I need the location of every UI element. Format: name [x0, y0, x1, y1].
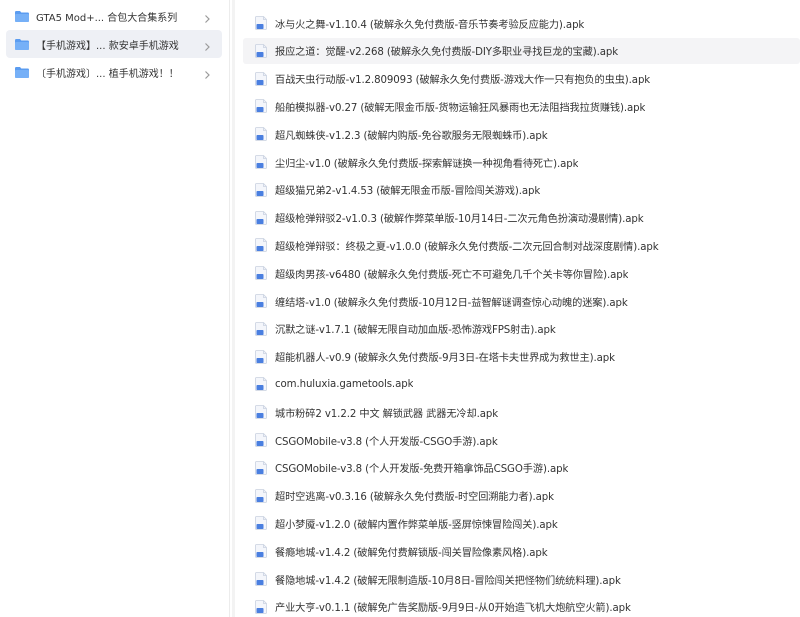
file-list: 冰与火之舞-v1.10.4 (破解永久免付费版-音乐节奏考验反应能力).apk 报…	[243, 0, 800, 617]
sidebar-item-android-games[interactable]: 【手机游戏】... 款安卓手机游戏	[6, 30, 222, 58]
folder-icon	[15, 38, 29, 50]
apk-file-icon	[255, 460, 268, 475]
sidebar-item-label: 〔手机游戏〕... 植手机游戏！！	[36, 68, 179, 80]
apk-file-icon	[255, 544, 268, 559]
file-row[interactable]: 超时空逃离-v0.3.16 (破解永久免付费版-时空回溯能力者).apk	[243, 483, 800, 509]
file-name: 超级枪弹辩驳：终极之夏-v1.0.0 (破解永久免付费版-二次元回合制对战深度剧…	[275, 241, 659, 253]
file-row[interactable]: 餐瘾地城-v1.4.2 (破解免付费解锁版-闯关冒险像素风格).apk	[243, 538, 800, 564]
file-name: 餐隐地城-v1.4.2 (破解无限制造版-10月8日-冒险闯关把怪物们统统料理)…	[275, 575, 621, 587]
file-row[interactable]: 超级枪弹辩驳：终极之夏-v1.0.0 (破解永久免付费版-二次元回合制对战深度剧…	[243, 232, 800, 258]
file-row[interactable]: 尘归尘-v1.0 (破解永久免付费版-探索解谜换一种视角看待死亡).apk	[243, 149, 800, 175]
apk-file-icon	[255, 182, 268, 197]
file-name: 冰与火之舞-v1.10.4 (破解永久免付费版-音乐节奏考验反应能力).apk	[275, 19, 585, 31]
apk-file-icon	[255, 488, 268, 503]
file-name: 超级肉男孩-v6480 (破解永久免付费版-死亡不可避免几千个关卡等你冒险).a…	[275, 269, 629, 281]
folder-icon	[15, 66, 29, 78]
chevron-right-icon	[202, 66, 212, 79]
apk-file-icon	[255, 155, 268, 169]
apk-file-icon	[255, 516, 268, 531]
apk-file-icon	[255, 377, 268, 392]
apk-file-icon	[255, 43, 268, 58]
apk-file-icon	[255, 433, 268, 447]
file-name: 超级枪弹辩驳2-v1.0.3 (破解作弊菜单版-10月14日-二次元角色扮演动漫…	[275, 214, 644, 226]
file-name: 超小梦魇-v1.2.0 (破解内置作弊菜单版-竖屏惊悚冒险闯关).apk	[275, 519, 558, 531]
file-row[interactable]: 超小梦魇-v1.2.0 (破解内置作弊菜单版-竖屏惊悚冒险闯关).apk	[243, 510, 800, 536]
file-row[interactable]: 餐隐地城-v1.4.2 (破解无限制造版-10月8日-冒险闯关把怪物们统统料理)…	[243, 566, 800, 592]
chevron-right-icon	[202, 10, 212, 23]
file-row[interactable]: 报应之道：觉醒-v2.268 (破解永久免付费版-DIY多职业寻找巨龙的宝藏).…	[243, 37, 800, 64]
file-row[interactable]: 超级枪弹辩驳2-v1.0.3 (破解作弊菜单版-10月14日-二次元角色扮演动漫…	[243, 205, 800, 231]
file-row[interactable]: 百战天虫行动版-v1.2.809093 (破解永久免付费版-游戏大作一只有抱负的…	[243, 66, 800, 92]
file-name: 船舶模拟器-v0.27 (破解无限金币版-货物运输狂风暴雨也无法阻挡我拉货赚钱)…	[275, 102, 646, 114]
file-name: 城市粉碎2 v1.2.2 中文 解锁武器 武器无冷却.apk	[275, 408, 499, 420]
apk-file-icon	[255, 572, 268, 586]
file-row[interactable]: 超级猫兄弟2-v1.4.53 (破解无限金币版-冒险闯关游戏).apk	[243, 177, 800, 203]
sidebar-item-label: GTA5 Mod+... 合包大合集系列	[36, 12, 178, 24]
file-name: 餐瘾地城-v1.4.2 (破解免付费解锁版-闯关冒险像素风格).apk	[275, 547, 548, 559]
file-row[interactable]: CSGOMobile-v3.8 (个人开发版-CSGO手游).apk	[243, 427, 800, 453]
file-row[interactable]: 沉默之谜-v1.7.1 (破解无限自动加血版-恐怖游戏FPS射击).apk	[243, 316, 800, 342]
file-name: 沉默之谜-v1.7.1 (破解无限自动加血版-恐怖游戏FPS射击).apk	[275, 325, 556, 337]
file-row[interactable]: 超凡蜘蛛侠-v1.2.3 (破解内购版-免谷歌服务无限蜘蛛币).apk	[243, 121, 800, 147]
folder-icon	[15, 10, 29, 22]
panel-splitter[interactable]	[232, 0, 235, 617]
apk-file-icon	[255, 71, 268, 86]
apk-file-icon	[255, 599, 268, 614]
file-row[interactable]: 缠结塔-v1.0 (破解永久免付费版-10月12日-益智解谜调查惊心动魄的迷案)…	[243, 288, 800, 314]
sidebar-item-label: 【手机游戏】... 款安卓手机游戏	[36, 40, 179, 52]
sidebar-item-ported-games[interactable]: 〔手机游戏〕... 植手机游戏！！	[6, 58, 222, 86]
chevron-right-icon	[202, 38, 212, 51]
folder-sidebar: GTA5 Mod+... 合包大合集系列 【手机游戏】... 款安卓手机游戏 〔…	[0, 0, 230, 617]
apk-file-icon	[255, 127, 268, 142]
file-name: com.huluxia.gametools.apk	[275, 378, 414, 390]
apk-file-icon	[255, 349, 268, 364]
file-row[interactable]: 超能机器人-v0.9 (破解永久免付费版-9月3日-在塔卡夫世界成为救世主).a…	[243, 344, 800, 370]
apk-file-icon	[255, 405, 268, 420]
file-name: 产业大亨-v0.1.1 (破解免广告奖励版-9月9日-从0开始造飞机大炮航空火箭…	[275, 603, 631, 615]
file-name: 百战天虫行动版-v1.2.809093 (破解永久免付费版-游戏大作一只有抱负的…	[275, 75, 651, 87]
apk-file-icon	[255, 99, 268, 114]
file-row[interactable]: 城市粉碎2 v1.2.2 中文 解锁武器 武器无冷却.apk	[243, 399, 800, 425]
sidebar-item-gta5-mod[interactable]: GTA5 Mod+... 合包大合集系列	[6, 2, 222, 30]
file-row[interactable]: 冰与火之舞-v1.10.4 (破解永久免付费版-音乐节奏考验反应能力).apk	[243, 10, 800, 36]
file-name: CSGOMobile-v3.8 (个人开发版-免费开箱拿饰品CSGO手游).ap…	[275, 464, 569, 476]
file-row[interactable]: 超级肉男孩-v6480 (破解永久免付费版-死亡不可避免几千个关卡等你冒险).a…	[243, 260, 800, 286]
apk-file-icon	[255, 266, 268, 281]
apk-file-icon	[255, 210, 268, 225]
file-name: 超级猫兄弟2-v1.4.53 (破解无限金币版-冒险闯关游戏).apk	[275, 186, 541, 198]
file-row[interactable]: 船舶模拟器-v0.27 (破解无限金币版-货物运输狂风暴雨也无法阻挡我拉货赚钱)…	[243, 93, 800, 119]
apk-file-icon	[255, 294, 268, 308]
apk-file-icon	[255, 16, 268, 30]
file-name: 缠结塔-v1.0 (破解永久免付费版-10月12日-益智解谜调查惊心动魄的迷案)…	[275, 297, 628, 309]
file-row[interactable]: 产业大亨-v0.1.1 (破解免广告奖励版-9月9日-从0开始造飞机大炮航空火箭…	[243, 594, 800, 617]
apk-file-icon	[255, 321, 268, 336]
apk-file-icon	[255, 238, 268, 253]
file-name: 超时空逃离-v0.3.16 (破解永久免付费版-时空回溯能力者).apk	[275, 492, 554, 504]
file-name: 超能机器人-v0.9 (破解永久免付费版-9月3日-在塔卡夫世界成为救世主).a…	[275, 353, 615, 365]
file-row[interactable]: com.huluxia.gametools.apk	[243, 371, 800, 397]
file-name: CSGOMobile-v3.8 (个人开发版-CSGO手游).apk	[275, 436, 498, 448]
file-name: 报应之道：觉醒-v2.268 (破解永久免付费版-DIY多职业寻找巨龙的宝藏).…	[275, 47, 619, 59]
file-name: 超凡蜘蛛侠-v1.2.3 (破解内购版-免谷歌服务无限蜘蛛币).apk	[275, 130, 548, 142]
file-name: 尘归尘-v1.0 (破解永久免付费版-探索解谜换一种视角看待死亡).apk	[275, 158, 579, 170]
file-row[interactable]: CSGOMobile-v3.8 (个人开发版-免费开箱拿饰品CSGO手游).ap…	[243, 455, 800, 481]
